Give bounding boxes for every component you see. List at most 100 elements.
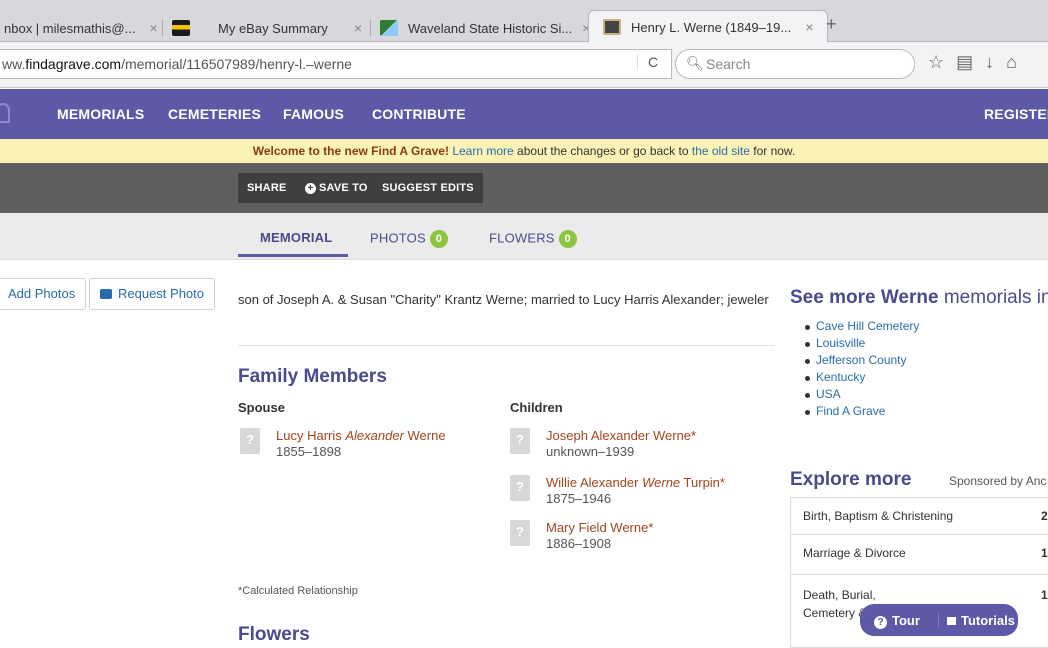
location-link[interactable]: Louisville <box>804 336 919 353</box>
browser-tab-ebay[interactable]: My eBay Summary × <box>172 14 362 42</box>
explore-row-count: 2 <box>1041 509 1048 523</box>
tab-title: My eBay Summary <box>218 20 328 36</box>
memorial-subtabs: MEMORIAL PHOTOS 0 FLOWERS 0 <box>0 213 1048 260</box>
reading-list-icon[interactable]: ▤ <box>956 52 985 72</box>
camera-icon <box>100 289 112 299</box>
toolbar-icons: ☆▤↓⌂ <box>928 52 1029 73</box>
tour-button[interactable]: ? Tour <box>874 613 920 629</box>
tab-flowers-label: FLOWERS <box>489 230 555 246</box>
search-icon: 🔍︎ <box>686 55 704 71</box>
name-part-italic: Werne <box>642 475 681 490</box>
reload-icon[interactable]: C <box>637 54 658 70</box>
tab-flowers[interactable]: FLOWERS 0 <box>489 230 577 248</box>
site-nav: MEMORIALS CEMETERIES FAMOUS CONTRIBUTE R… <box>0 89 1048 139</box>
explore-row[interactable]: Birth, Baptism & Christening 2 <box>790 497 1048 535</box>
memorial-bio: son of Joseph A. & Susan "Charity" Krant… <box>238 292 769 307</box>
spouse-label: Spouse <box>238 400 285 415</box>
request-photo-label: Request Photo <box>118 286 205 301</box>
close-icon[interactable]: × <box>149 20 157 36</box>
learn-more-link[interactable]: Learn more <box>452 144 513 158</box>
search-placeholder: Search <box>706 56 751 72</box>
memorial-location-links: Cave Hill Cemetery Louisville Jefferson … <box>804 319 919 421</box>
location-link[interactable]: Jefferson County <box>804 353 919 370</box>
browser-toolbar: ww.findagrave.com/memorial/116507989/hen… <box>0 42 1048 88</box>
banner-strong: Welcome to the new Find A Grave! <box>252 144 449 158</box>
active-tab-underline <box>238 254 348 257</box>
new-tab-icon[interactable]: + <box>826 14 837 35</box>
suggest-edits-button[interactable]: SUGGEST EDITS <box>373 173 483 203</box>
add-photos-button[interactable]: Add Photos <box>0 278 87 310</box>
photos-count-badge: 0 <box>429 230 448 248</box>
nav-famous[interactable]: FAMOUS <box>283 106 344 122</box>
request-photo-button[interactable]: Request Photo <box>89 278 215 310</box>
flowers-count-badge: 0 <box>558 230 577 248</box>
person-dates: 1875–1946 <box>546 491 612 506</box>
plus-circle-icon: + <box>305 183 316 194</box>
browser-tab-active-henry-werne[interactable]: Henry L. Werne (1849–19... × <box>588 10 829 43</box>
location-link[interactable]: Cave Hill Cemetery <box>804 319 919 336</box>
url-prefix: ww. <box>2 56 26 72</box>
question-icon: ? <box>874 616 887 629</box>
location-link[interactable]: USA <box>804 387 919 404</box>
name-part: Willie Alexander <box>546 475 643 490</box>
welcome-banner: Welcome to the new Find A Grave! Learn m… <box>0 139 1048 163</box>
url-bar[interactable]: ww.findagrave.com/memorial/116507989/hen… <box>0 49 672 79</box>
browser-tab-inbox[interactable]: nbox | milesmathis@... × <box>4 14 158 42</box>
nav-cemeteries[interactable]: CEMETERIES <box>168 106 261 122</box>
location-link[interactable]: Find A Grave <box>804 404 919 421</box>
person-name-link[interactable]: Willie Alexander Werne Turpin* <box>546 475 725 490</box>
name-part: Lucy Harris <box>276 428 346 443</box>
person-name-link[interactable]: Joseph Alexander Werne* <box>546 428 696 443</box>
person-dates: 1886–1908 <box>546 536 612 551</box>
close-icon[interactable]: × <box>354 20 362 36</box>
browser-search-input[interactable]: 🔍︎ Search <box>675 49 915 79</box>
explore-row[interactable]: Marriage & Divorce 1 <box>790 535 1048 575</box>
tab-title: Waveland State Historic Si... <box>408 20 573 36</box>
name-part: Joseph Alexander Werne* <box>546 428 697 443</box>
url-path: /memorial/116507989/henry-l.–werne <box>121 56 352 72</box>
browser-tab-waveland[interactable]: Waveland State Historic Si... × <box>380 14 590 42</box>
person-name-link[interactable]: Lucy Harris Alexander Werne <box>276 428 446 443</box>
park-favicon-icon <box>380 20 398 36</box>
divider <box>238 345 774 346</box>
name-part-italic: Alexander <box>345 428 404 443</box>
name-part: Mary Field Werne* <box>546 520 654 535</box>
url-domain: findagrave.com <box>25 56 122 72</box>
sponsored-by-label: Sponsored by Anc <box>949 474 1047 488</box>
home-icon[interactable]: ⌂ <box>1006 52 1029 72</box>
name-part: Werne <box>403 428 446 443</box>
tutorials-button[interactable]: Tutorials <box>938 613 1015 628</box>
findagrave-favicon-icon <box>603 19 621 35</box>
explore-row-count: 15 <box>1041 588 1048 602</box>
person-name-link[interactable]: Mary Field Werne* <box>546 520 653 535</box>
name-part: Turpin* <box>680 475 725 490</box>
findagrave-logo-icon[interactable] <box>0 103 10 123</box>
location-link[interactable]: Kentucky <box>804 370 919 387</box>
share-button[interactable]: SHARE <box>238 173 296 203</box>
nav-register[interactable]: REGISTER <box>984 106 1048 122</box>
ebay-favicon-icon <box>172 20 190 36</box>
tab-photos-label: PHOTOS <box>370 230 426 246</box>
person-placeholder-icon <box>240 428 260 454</box>
close-icon[interactable]: × <box>805 19 813 35</box>
download-icon[interactable]: ↓ <box>985 52 1006 72</box>
bookmark-star-icon[interactable]: ☆ <box>928 52 956 72</box>
calculated-relationship-note: *Calculated Relationship <box>238 585 358 597</box>
tour-label: Tour <box>892 613 920 628</box>
save-to-button[interactable]: + SAVE TO <box>296 173 377 203</box>
person-dates: unknown–1939 <box>546 444 635 459</box>
tab-separator <box>162 20 163 36</box>
video-camera-icon <box>947 617 956 625</box>
save-to-label: SAVE TO <box>319 182 368 194</box>
old-site-link[interactable]: the old site <box>692 144 750 158</box>
see-more-heading: See more Werne memorials in: <box>790 287 1048 309</box>
tab-photos[interactable]: PHOTOS 0 <box>370 230 448 248</box>
banner-text: about the changes or go back to <box>517 144 689 158</box>
browser-tab-strip: nbox | milesmathis@... × My eBay Summary… <box>0 0 1048 43</box>
tab-memorial[interactable]: MEMORIAL <box>260 230 332 245</box>
banner-text-end: for now. <box>753 144 796 158</box>
nav-contribute[interactable]: CONTRIBUTE <box>372 106 466 122</box>
heading-part: memorials in: <box>938 287 1048 308</box>
nav-memorials[interactable]: MEMORIALS <box>57 106 144 122</box>
flowers-heading: Flowers <box>238 624 310 645</box>
